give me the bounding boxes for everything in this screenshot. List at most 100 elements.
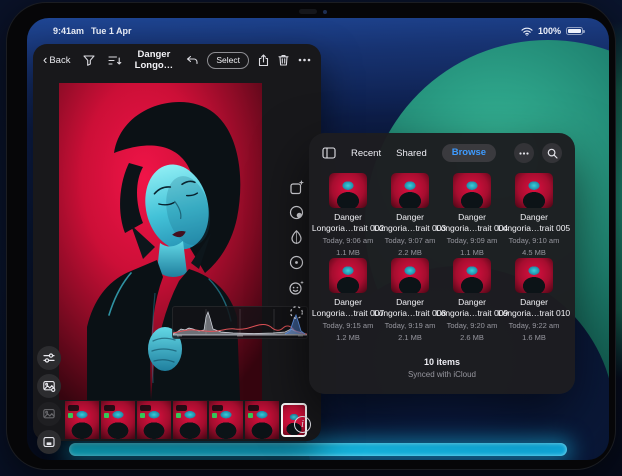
status-date: Tue 1 Apr [91, 26, 132, 36]
file-item[interactable]: DangerLongoria…trait 004 Today, 9:09 am … [441, 173, 503, 258]
tab-shared[interactable]: Shared [396, 148, 427, 159]
search-button[interactable] [542, 143, 562, 163]
status-time: 9:41am [53, 26, 84, 36]
file-date: Today, 9:10 am [509, 236, 560, 246]
file-name: Danger [334, 212, 362, 222]
adjust-button[interactable] [37, 346, 61, 370]
format-badge [140, 405, 151, 411]
ipad-screen: 9:41am Tue 1 Apr 100% ‹ [27, 18, 609, 460]
file-thumbnail [515, 173, 553, 208]
trash-button[interactable] [278, 54, 289, 66]
ml-enhance-icon[interactable] [287, 178, 305, 196]
format-badge [68, 405, 79, 411]
editor-toolbar: ‹ Back Danger Longo… [33, 44, 321, 76]
file-thumbnail [329, 173, 367, 208]
wallpaper-glow-bar [69, 443, 567, 456]
undo-button[interactable] [185, 55, 198, 66]
share-button[interactable] [258, 54, 269, 67]
white-balance-icon[interactable] [287, 203, 305, 221]
wifi-icon [521, 27, 533, 36]
file-size: 1.1 MB [460, 248, 484, 258]
sync-status: Synced with iCloud [309, 370, 575, 379]
format-badge [176, 405, 187, 411]
file-thumbnail [391, 173, 429, 208]
format-badge [104, 405, 115, 411]
file-name: Danger [458, 297, 486, 307]
filmstrip-thumbnail[interactable] [173, 401, 207, 439]
sidebar-toggle-icon[interactable] [322, 147, 336, 159]
file-name: Danger [520, 297, 548, 307]
file-date: Today, 9:20 am [447, 321, 498, 331]
file-name: Danger [396, 212, 424, 222]
file-name: Danger [396, 297, 424, 307]
files-footer: 10 items Synced with iCloud [309, 357, 575, 379]
file-size: 2.6 MB [460, 333, 484, 343]
filmstrip-thumbnail[interactable] [245, 401, 279, 439]
file-item[interactable]: DangerLongoria…trait 002 Today, 9:06 am … [317, 173, 379, 258]
battery-icon [566, 27, 583, 35]
editor-mode-buttons [37, 346, 61, 454]
file-item[interactable]: DangerLongoria…trait 010 Today, 9:22 am … [503, 258, 565, 343]
editor-title: Danger Longo… [122, 49, 185, 71]
tab-recent[interactable]: Recent [351, 148, 381, 159]
file-date: Today, 9:09 am [447, 236, 498, 246]
photo-settings-button[interactable] [37, 374, 61, 398]
adjustment-tool-rail [287, 178, 305, 321]
front-camera [299, 9, 317, 14]
file-item[interactable]: DangerLongoria…trait 008 Today, 9:19 am … [379, 258, 441, 343]
more-button[interactable] [298, 58, 311, 62]
status-bar: 9:41am Tue 1 Apr 100% [27, 24, 609, 38]
file-thumbnail [391, 258, 429, 293]
files-header: Recent Shared Browse [309, 142, 575, 164]
tab-browse[interactable]: Browse [442, 144, 496, 162]
edited-badge [176, 413, 181, 418]
selective-color-icon[interactable] [287, 228, 305, 246]
select-button[interactable]: Select [207, 52, 249, 69]
gallery-button[interactable] [37, 430, 61, 454]
filter-button[interactable] [83, 55, 95, 66]
edited-badge [212, 413, 217, 418]
file-thumbnail [515, 258, 553, 293]
sort-button[interactable] [108, 55, 122, 66]
exposure-icon[interactable] [287, 253, 305, 271]
file-date: Today, 9:15 am [323, 321, 374, 331]
file-size: 4.5 MB [522, 248, 546, 258]
format-badge [212, 405, 223, 411]
chevron-left-icon: ‹ [43, 55, 47, 64]
file-thumbnail [453, 258, 491, 293]
file-size: 1.2 MB [336, 333, 360, 343]
file-size: 1.1 MB [336, 248, 360, 258]
filmstrip-thumbnail[interactable] [65, 401, 99, 439]
back-label: Back [49, 55, 70, 66]
photo-frame-button[interactable] [37, 402, 61, 426]
retouch-icon[interactable] [287, 278, 305, 296]
filmstrip [65, 401, 307, 439]
edited-photo[interactable] [59, 83, 262, 400]
filmstrip-thumbnail[interactable] [209, 401, 243, 439]
photo-editor-window: ‹ Back Danger Longo… [33, 44, 321, 441]
files-more-button[interactable] [514, 143, 534, 163]
back-button[interactable]: ‹ Back [43, 55, 70, 66]
edited-badge [68, 413, 73, 418]
battery-percent: 100% [538, 26, 561, 36]
file-item[interactable]: DangerLongoria…trait 009 Today, 9:20 am … [441, 258, 503, 343]
file-thumbnail [453, 173, 491, 208]
file-item[interactable]: DangerLongoria…trait 003 Today, 9:07 am … [379, 173, 441, 258]
file-date: Today, 9:07 am [385, 236, 436, 246]
files-browser-panel: Recent Shared Browse [309, 133, 575, 394]
edited-badge [140, 413, 145, 418]
camera-sensor-dot [323, 10, 327, 14]
file-item[interactable]: DangerLongoria…trait 007 Today, 9:15 am … [317, 258, 379, 343]
filmstrip-thumbnail[interactable] [137, 401, 171, 439]
file-name: Danger [334, 297, 362, 307]
denoise-icon[interactable] [287, 303, 305, 321]
file-date: Today, 9:22 am [509, 321, 560, 331]
edited-badge [248, 413, 253, 418]
filmstrip-thumbnail[interactable] [101, 401, 135, 439]
file-item[interactable]: DangerLongoria…trait 005 Today, 9:10 am … [503, 173, 565, 258]
file-grid: DangerLongoria…trait 002 Today, 9:06 am … [317, 173, 567, 343]
info-button[interactable]: i [294, 416, 311, 433]
marketing-backdrop: 9:41am Tue 1 Apr 100% ‹ [0, 0, 622, 476]
edited-badge [104, 413, 109, 418]
file-date: Today, 9:19 am [385, 321, 436, 331]
